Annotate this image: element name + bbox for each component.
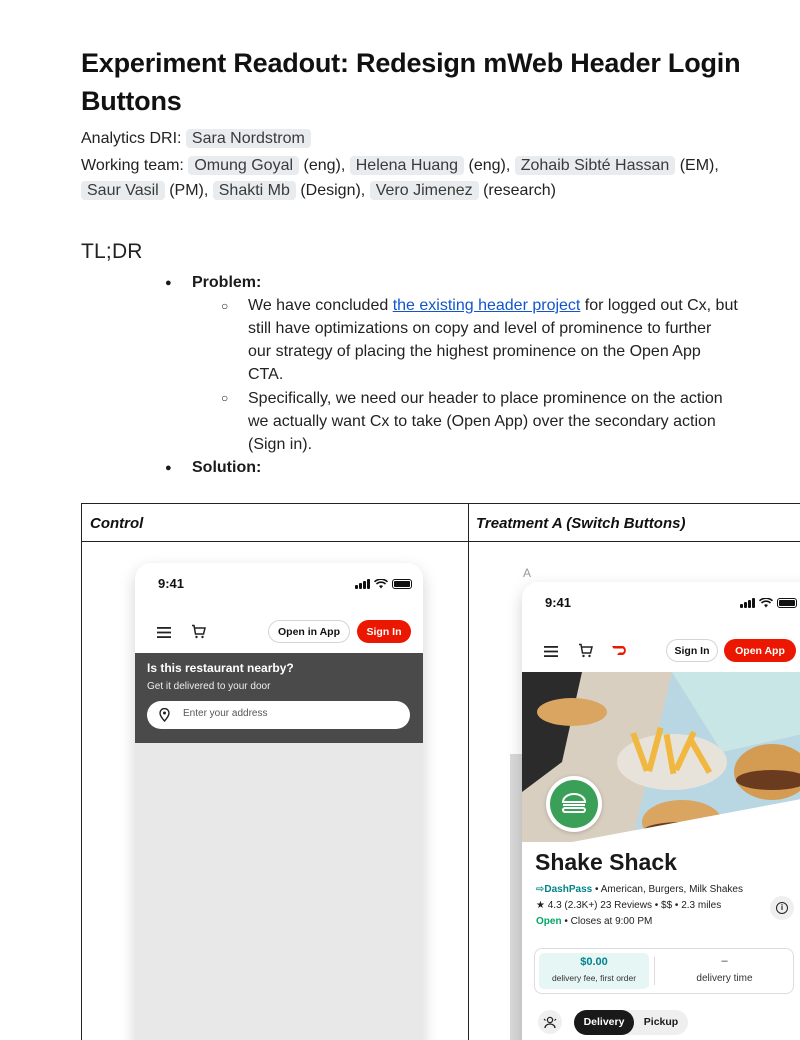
person-role: (EM),	[679, 157, 719, 174]
pickup-tab[interactable]: Pickup	[634, 1010, 688, 1035]
column-divider	[468, 504, 469, 1040]
delivery-fee-value: $0.00	[580, 956, 608, 968]
problem-2-line-2: we actually want Cx to take (Open App) o…	[248, 413, 716, 430]
working-team-label: Working team:	[81, 157, 184, 174]
treatment-a-phone-mockup: 9:41 Sign In Open App Shake Shack ⇨DashP…	[522, 582, 800, 1040]
analytics-dri-line: Analytics DRI: Sara Nordstrom	[81, 126, 800, 151]
problem-label: Problem:	[192, 274, 262, 291]
address-placeholder: Enter your address	[183, 708, 268, 719]
bullet-dot: ●	[165, 462, 172, 474]
comparison-table: Control Treatment A (Switch Buttons) 9:4…	[81, 503, 800, 1040]
problem-point-1: We have concluded the existing header pr…	[248, 294, 778, 386]
person-chip[interactable]: Vero Jimenez	[369, 181, 479, 200]
cart-icon[interactable]	[578, 643, 593, 658]
closing-time: • Closes at 9:00 PM	[564, 916, 653, 927]
person-role: (research)	[483, 182, 556, 199]
hours-line: Open • Closes at 9:00 PM	[536, 916, 652, 927]
solution-label: Solution:	[192, 459, 262, 476]
problem-1-line-4: CTA.	[248, 366, 284, 383]
person-role: (eng),	[303, 157, 346, 174]
open-in-app-button[interactable]: Open in App	[268, 620, 350, 643]
address-input[interactable]: Enter your address	[147, 701, 410, 729]
document-header: Experiment Readout: Redesign mWeb Header…	[81, 44, 800, 264]
delivery-fee-label: delivery fee, first order	[551, 973, 637, 983]
sub-bullet-circle: ○	[221, 391, 229, 405]
group-order-icon[interactable]	[538, 1010, 562, 1034]
page-content-placeholder	[135, 743, 423, 1040]
sub-bullet-circle: ○	[221, 299, 229, 313]
problem-2-line-1: Specifically, we need our header to plac…	[248, 390, 723, 407]
existing-header-project-link[interactable]: the existing header project	[393, 297, 581, 314]
location-pin-icon	[159, 708, 170, 722]
person-chip[interactable]: Omung Goyal	[188, 156, 300, 175]
sign-in-button[interactable]: Sign In	[357, 620, 411, 643]
info-icon[interactable]: i	[770, 896, 794, 920]
banner-title: Is this restaurant nearby?	[147, 661, 294, 675]
signal-icon	[355, 579, 370, 589]
person-chip[interactable]: Zohaib Sibté Hassan	[514, 156, 676, 175]
delivery-info-card[interactable]: $0.00 delivery fee, first order – delive…	[534, 948, 794, 994]
doordash-logo-icon[interactable]	[611, 645, 631, 656]
problem-1-line-3: our strategy of placing the highest prom…	[248, 343, 701, 360]
cuisine-list: • American, Burgers, Milk Shakes	[594, 884, 743, 895]
person-chip-analytics-dri[interactable]: Sara Nordstrom	[185, 129, 311, 148]
burger-icon	[561, 793, 587, 813]
signal-icon	[740, 598, 755, 608]
status-icons	[355, 579, 412, 589]
delivery-tab[interactable]: Delivery	[574, 1010, 634, 1035]
page-title: Experiment Readout: Redesign mWeb Header…	[81, 48, 741, 116]
problem-point-2: Specifically, we need our header to plac…	[248, 387, 778, 456]
problem-1-line-2: still have optimizations on copy and lev…	[248, 320, 712, 337]
open-status: Open	[536, 916, 562, 927]
person-role: (PM),	[169, 182, 209, 199]
battery-icon	[392, 579, 412, 589]
hamburger-menu-icon[interactable]	[157, 627, 171, 638]
store-logo	[546, 776, 602, 832]
treatment-a-header: Treatment A (Switch Buttons)	[476, 515, 686, 532]
analytics-dri-label: Analytics DRI:	[81, 130, 182, 147]
table-header-row: Control Treatment A (Switch Buttons)	[82, 504, 800, 542]
store-tags-line: ⇨DashPass • American, Burgers, Milk Shak…	[536, 884, 743, 895]
problem-1-text-cont: for logged out Cx, but	[580, 297, 738, 314]
person-role: (eng),	[468, 157, 511, 174]
control-header: Control	[90, 515, 144, 532]
problem-1-text: We have concluded	[248, 297, 393, 314]
store-name: Shake Shack	[535, 849, 677, 875]
fulfillment-toggle[interactable]: Delivery Pickup	[574, 1010, 688, 1035]
delivery-fee-box: $0.00 delivery fee, first order	[539, 953, 649, 989]
wifi-icon	[759, 598, 773, 608]
delivery-time-label: delivery time	[696, 973, 753, 984]
status-time: 9:41	[545, 595, 572, 610]
wifi-icon	[374, 579, 388, 589]
person-role: (Design),	[300, 182, 366, 199]
dashpass-badge: ⇨DashPass	[536, 884, 593, 895]
hamburger-menu-icon[interactable]	[544, 646, 558, 657]
bullet-dot: ●	[165, 277, 172, 289]
rating-line: ★ 4.3 (2.3K+) 23 Reviews • $$ • 2.3 mile…	[536, 900, 722, 911]
dashpass-label: DashPass	[544, 884, 593, 895]
tldr-heading: TL;DR	[81, 240, 143, 263]
status-time: 9:41	[158, 576, 185, 591]
working-team-line: Working team: Omung Goyal (eng), Helena …	[81, 153, 741, 203]
person-chip[interactable]: Saur Vasil	[81, 181, 165, 200]
banner-subtitle: Get it delivered to your door	[147, 681, 271, 692]
delivery-time-value: –	[721, 955, 728, 967]
status-icons	[740, 598, 797, 608]
problem-2-line-3: (Sign in).	[248, 436, 313, 453]
person-chip[interactable]: Helena Huang	[349, 156, 465, 175]
sign-in-button[interactable]: Sign In	[666, 639, 718, 662]
person-chip[interactable]: Shakti Mb	[212, 181, 296, 200]
address-banner: Is this restaurant nearby? Get it delive…	[135, 653, 423, 743]
variant-label: A	[523, 566, 532, 580]
problem-1-line-1: We have concluded the existing header pr…	[248, 294, 778, 317]
control-phone-mockup: 9:41 Open in App Sign In Is this restaur…	[135, 563, 423, 1040]
battery-icon	[777, 598, 797, 608]
cart-icon[interactable]	[191, 624, 206, 639]
open-app-button[interactable]: Open App	[724, 639, 796, 662]
